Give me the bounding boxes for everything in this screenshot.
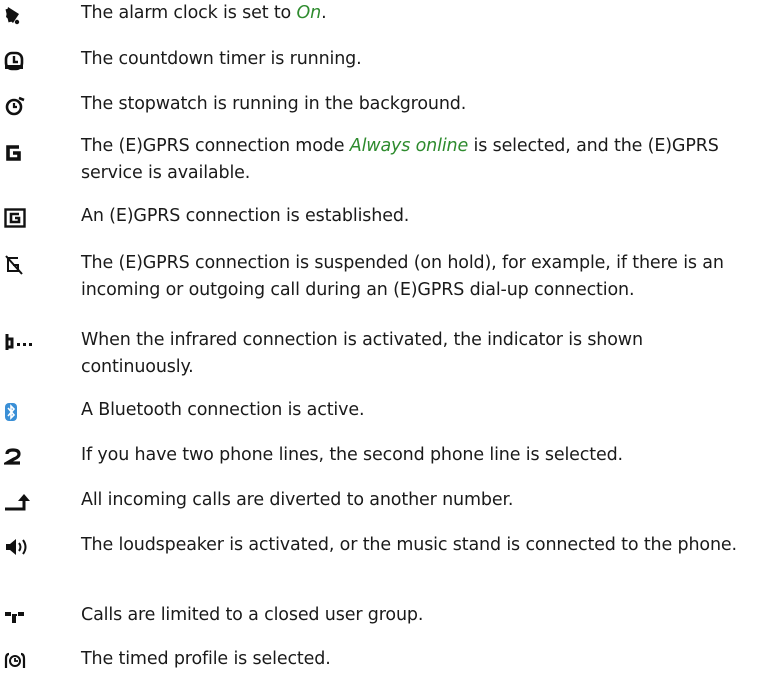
indicator-description: If you have two phone lines, the second … xyxy=(81,442,757,469)
countdown-timer-icon xyxy=(4,49,34,73)
description-text: All incoming calls are diverted to anoth… xyxy=(81,490,514,510)
indicator-description: An (E)GPRS connection is established. xyxy=(81,203,757,230)
description-text: If you have two phone lines, the second … xyxy=(81,445,623,465)
call-divert-icon xyxy=(4,490,34,514)
description-text: The timed profile is selected. xyxy=(81,649,331,669)
indicator-description: The timed profile is selected. xyxy=(81,646,757,673)
description-text: . xyxy=(321,3,327,23)
emphasis-text: On xyxy=(296,3,322,23)
indicator-description: The (E)GPRS connection mode Always onlin… xyxy=(81,133,757,187)
description-text: The alarm clock is set to xyxy=(81,3,297,23)
infrared-icon xyxy=(4,330,34,354)
indicator-description: When the infrared connection is activate… xyxy=(81,327,757,381)
indicator-description: The countdown timer is running. xyxy=(81,46,757,73)
egprs-suspended-icon xyxy=(4,253,34,277)
indicator-description: All incoming calls are diverted to anoth… xyxy=(81,487,757,514)
description-text: The countdown timer is running. xyxy=(81,49,362,69)
egprs-connection-established-icon xyxy=(4,206,34,230)
bluetooth-icon xyxy=(4,400,34,424)
second-phone-line-icon xyxy=(4,445,34,469)
indicator-list: The alarm clock is set to On. The countd… xyxy=(0,0,760,675)
indicator-description: The (E)GPRS connection is suspended (on … xyxy=(81,250,757,304)
emphasis-text: Always online xyxy=(349,136,469,156)
description-text: An (E)GPRS connection is established. xyxy=(81,206,410,226)
description-text: The (E)GPRS connection is suspended (on … xyxy=(81,253,724,300)
indicator-description: A Bluetooth connection is active. xyxy=(81,397,757,424)
closed-user-group-icon xyxy=(4,605,34,629)
timed-profile-icon xyxy=(4,649,34,673)
indicator-description: Calls are limited to a closed user group… xyxy=(81,602,757,629)
loudspeaker-icon xyxy=(4,535,34,559)
description-text: When the infrared connection is activate… xyxy=(81,330,643,377)
indicator-description: The alarm clock is set to On. xyxy=(81,0,757,27)
description-text: Calls are limited to a closed user group… xyxy=(81,605,424,625)
egprs-available-icon xyxy=(4,141,34,165)
description-text: The stopwatch is running in the backgrou… xyxy=(81,94,467,114)
description-text: The loudspeaker is activated, or the mus… xyxy=(81,535,737,555)
description-text: The (E)GPRS connection mode xyxy=(81,136,350,156)
alarm-clock-icon xyxy=(4,3,34,27)
indicator-description: The loudspeaker is activated, or the mus… xyxy=(81,532,757,559)
description-text: A Bluetooth connection is active. xyxy=(81,400,365,420)
stopwatch-icon xyxy=(4,94,34,118)
indicator-description: The stopwatch is running in the backgrou… xyxy=(81,91,757,118)
